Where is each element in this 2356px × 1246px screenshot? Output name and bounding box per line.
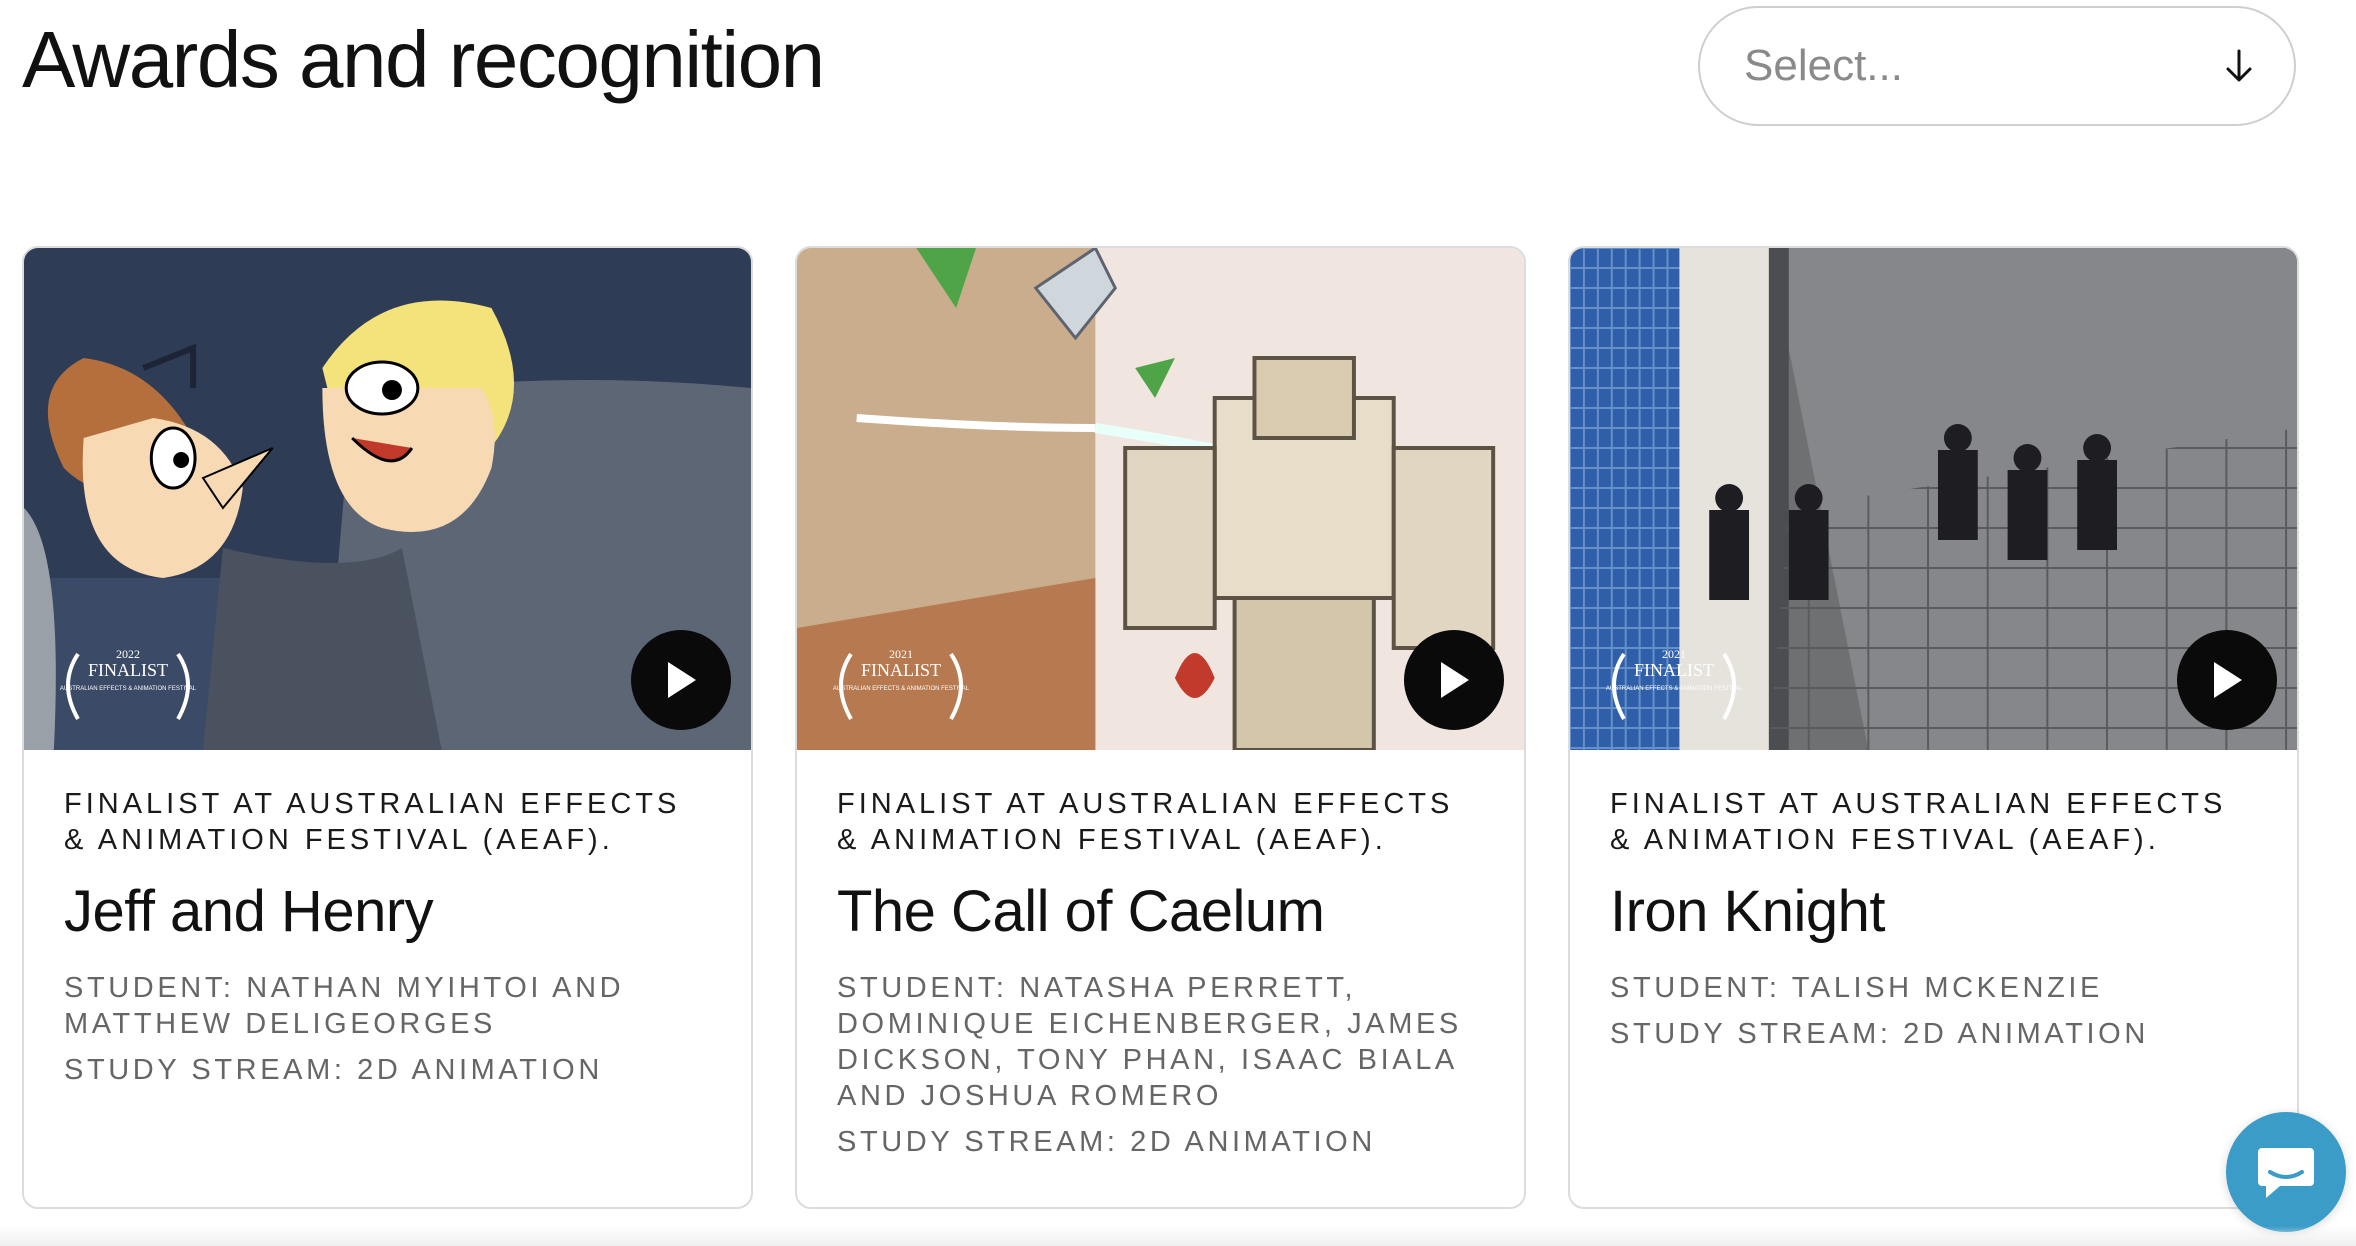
play-icon [1441,662,1469,698]
award-label: Finalist at Australian Effects & Animati… [1610,788,2227,856]
student-names: Student: Natasha Perrett, Dominique Eich… [837,971,1462,1112]
play-button[interactable] [631,630,731,730]
card-body: Finalist at Australian Effects & Animati… [1570,750,2297,1052]
bottom-scroll-shadow [0,1226,2356,1246]
filter-select-placeholder: Select... [1744,41,1903,90]
filter-select[interactable]: Select... [1698,6,2296,126]
award-card[interactable]: 2021 FINALIST AUSTRALIAN EFFECTS & ANIMA… [795,246,1526,1209]
study-stream: Study stream: 2D animation [1610,1017,2149,1050]
svg-text:2021: 2021 [1662,647,1686,661]
svg-text:2021: 2021 [889,647,913,661]
svg-text:FINALIST: FINALIST [1634,660,1714,680]
study-stream: Study stream: 2D animation [837,1125,1376,1158]
card-body: Finalist at Australian Effects & Animati… [797,750,1524,1160]
play-icon [668,662,696,698]
page-title: Awards and recognition [22,15,825,104]
svg-text:AUSTRALIAN EFFECTS & ANIMATION: AUSTRALIAN EFFECTS & ANIMATION FESTIVAL [60,686,197,692]
svg-text:AUSTRALIAN EFFECTS & ANIMATION: AUSTRALIAN EFFECTS & ANIMATION FESTIVAL [1606,686,1743,692]
awards-card-list: 2022 FINALIST AUSTRALIAN EFFECTS & ANIMA… [22,246,2299,1209]
award-card[interactable]: 2022 FINALIST AUSTRALIAN EFFECTS & ANIMA… [22,246,753,1209]
student-names: Student: Nathan Myihtoi and Matthew Deli… [64,971,625,1040]
card-title[interactable]: Jeff and Henry [64,880,711,944]
card-body: Finalist at Australian Effects & Animati… [24,750,751,1088]
award-label: Finalist at Australian Effects & Animati… [837,788,1454,856]
svg-text:AUSTRALIAN EFFECTS & ANIMATION: AUSTRALIAN EFFECTS & ANIMATION FESTIVAL [833,686,970,692]
video-thumbnail[interactable]: 2021 FINALIST AUSTRALIAN EFFECTS & ANIMA… [797,248,1524,750]
award-label: Finalist at Australian Effects & Animati… [64,788,681,856]
svg-text:2022: 2022 [116,647,140,661]
student-names: Student: Talish McKenzie [1610,971,2103,1004]
award-card[interactable]: 2021 FINALIST AUSTRALIAN EFFECTS & ANIMA… [1568,246,2299,1209]
play-button[interactable] [2177,630,2277,730]
chat-icon [2258,1148,2314,1198]
card-title[interactable]: The Call of Caelum [837,880,1484,944]
card-title[interactable]: Iron Knight [1610,880,2257,944]
svg-text:FINALIST: FINALIST [88,660,168,680]
chat-button[interactable] [2226,1112,2346,1232]
laurel-icon: 2021 FINALIST AUSTRALIAN EFFECTS & ANIMA… [1606,647,1743,720]
play-button[interactable] [1404,630,1504,730]
arrow-down-icon [2224,49,2254,83]
laurel-icon: 2021 FINALIST AUSTRALIAN EFFECTS & ANIMA… [833,647,970,720]
video-thumbnail[interactable]: 2022 FINALIST AUSTRALIAN EFFECTS & ANIMA… [24,248,751,750]
video-thumbnail[interactable]: 2021 FINALIST AUSTRALIAN EFFECTS & ANIMA… [1570,248,2297,750]
play-icon [2214,662,2242,698]
svg-text:FINALIST: FINALIST [861,660,941,680]
laurel-icon: 2022 FINALIST AUSTRALIAN EFFECTS & ANIMA… [60,647,197,720]
study-stream: Study stream: 2D animation [64,1053,603,1086]
